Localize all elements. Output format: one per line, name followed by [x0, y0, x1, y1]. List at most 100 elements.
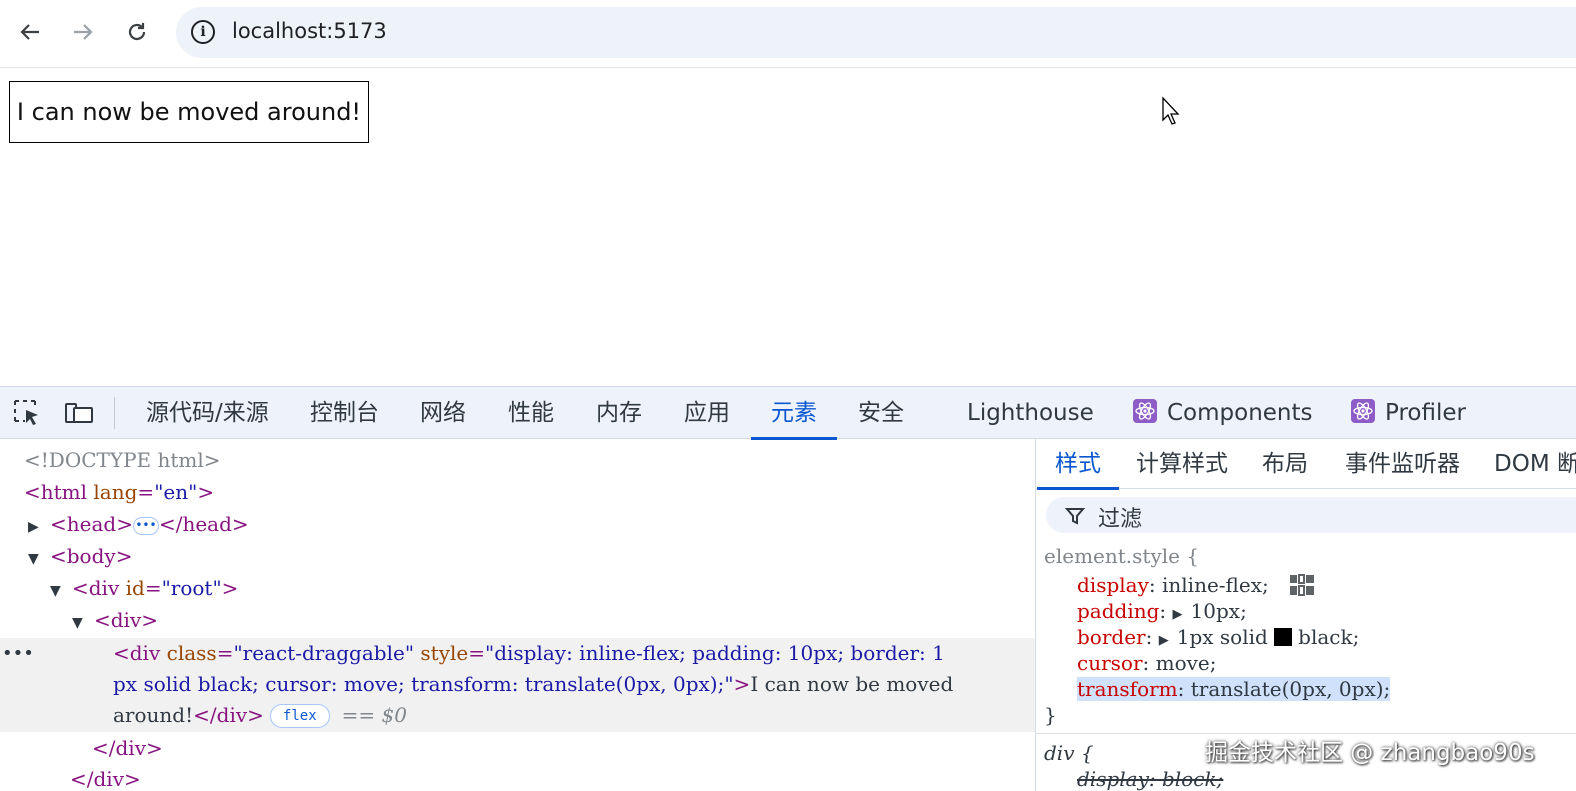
more-options-icon[interactable]: •••	[2, 643, 34, 664]
body-open-tag: <body>	[50, 544, 133, 568]
property-name: display	[1077, 767, 1149, 791]
selected-div-tag: <div	[113, 641, 167, 665]
tab-event-listeners[interactable]: 事件监听器	[1345, 439, 1460, 489]
back-button[interactable]	[12, 14, 48, 50]
brace-text: }	[1044, 703, 1057, 727]
reload-button[interactable]	[119, 14, 155, 50]
css-declaration-padding[interactable]: padding: ▶ 10px;	[1077, 599, 1247, 623]
css-declaration-cursor[interactable]: cursor: move;	[1077, 651, 1217, 675]
expand-triangle-icon[interactable]: ▶	[28, 512, 50, 543]
tab-layout[interactable]: 布局	[1262, 439, 1308, 489]
url-text[interactable]: localhost:5173	[232, 19, 387, 43]
react-icon	[1133, 399, 1157, 423]
property-name: cursor	[1077, 651, 1143, 675]
selected-div-node-line-1[interactable]: <div class="react-draggable" style="disp…	[113, 638, 945, 669]
property-name: padding	[1077, 599, 1160, 623]
site-info-icon[interactable]: i	[191, 20, 215, 44]
doctype-text: <!DOCTYPE html>	[24, 448, 221, 472]
device-toolbar-icon[interactable]	[62, 398, 94, 428]
html-tag: <html	[24, 480, 94, 504]
element-style-selector[interactable]: element.style {	[1044, 544, 1199, 568]
root-div-node[interactable]: ▼ <div id="root">	[50, 573, 238, 604]
doctype-node[interactable]: <!DOCTYPE html>	[24, 445, 221, 476]
property-name: transform	[1077, 677, 1178, 701]
property-name: display	[1077, 573, 1149, 597]
property-value: 10px;	[1190, 599, 1247, 623]
tab-lighthouse[interactable]: Lighthouse	[967, 387, 1094, 439]
draggable-box[interactable]: I can now be moved around!	[9, 81, 369, 143]
inner-div-tag: <div>	[94, 608, 159, 632]
elements-tree: ••• <!DOCTYPE html> <html lang="en"> ▶ <h…	[0, 439, 1035, 791]
expand-triangle-icon[interactable]: ▶	[1159, 633, 1177, 648]
tab-profiler-label: Profiler	[1385, 400, 1466, 426]
inspect-element-icon[interactable]	[12, 398, 44, 428]
root-div-close-tag: </div>	[70, 767, 141, 791]
html-lang-value: "en"	[154, 480, 198, 504]
devtools-tab-bar: 源代码/来源 控制台 网络 性能 内存 应用 元素 安全 Lighthouse …	[0, 387, 1576, 440]
tab-console[interactable]: 控制台	[310, 387, 379, 439]
selected-div-node-line-2[interactable]: px solid black; cursor: move; transform:…	[113, 669, 953, 700]
collapse-triangle-icon[interactable]: ▼	[50, 576, 72, 607]
tag-close-bracket: >	[197, 480, 215, 504]
head-close-tag: </head>	[158, 512, 249, 536]
div-selector[interactable]: div {	[1044, 741, 1094, 765]
css-declaration-overridden[interactable]: display: block;	[1077, 767, 1223, 791]
html-node[interactable]: <html lang="en">	[24, 477, 214, 508]
tab-memory[interactable]: 内存	[596, 387, 642, 439]
equals-sign: =	[144, 576, 162, 600]
tab-sources[interactable]: 源代码/来源	[146, 387, 269, 439]
inner-div-node[interactable]: ▼ <div>	[72, 605, 158, 636]
expand-triangle-icon[interactable]: ▶	[1173, 607, 1191, 622]
address-bar[interactable]: i localhost:5173	[176, 7, 1576, 58]
tab-styles[interactable]: 样式	[1037, 439, 1119, 490]
property-value: move;	[1155, 651, 1217, 675]
tag-close-bracket: >	[733, 672, 751, 696]
arrow-left-icon	[20, 24, 39, 40]
mouse-cursor-icon	[1162, 96, 1180, 125]
tab-network[interactable]: 网络	[420, 387, 466, 439]
selected-div-node-line-3[interactable]: around!</div> flex == $0	[113, 700, 407, 731]
color-swatch-icon[interactable]	[1274, 628, 1293, 646]
filter-icon	[1064, 508, 1086, 525]
head-open-tag: <head>	[50, 512, 133, 536]
selector-text: div {	[1044, 741, 1094, 765]
tab-profiler[interactable]: Profiler	[1351, 387, 1466, 439]
console-ref-marker: == $0	[341, 703, 407, 727]
flexbox-editor-icon[interactable]	[1289, 574, 1315, 596]
class-attr: class	[166, 641, 217, 665]
arrow-right-icon	[74, 24, 93, 40]
tab-application[interactable]: 应用	[684, 387, 730, 439]
tag-close-bracket: >	[221, 576, 239, 600]
toolbar-separator	[114, 397, 115, 429]
selected-div-close-tag: </div>	[193, 703, 264, 727]
property-value: translate(0px, 0px);	[1190, 677, 1391, 701]
property-value-color: black;	[1298, 625, 1360, 649]
collapse-triangle-icon[interactable]: ▼	[28, 544, 50, 575]
forward-button[interactable]	[65, 14, 101, 50]
head-node[interactable]: ▶ <head> ••• </head>	[28, 509, 249, 540]
tab-security[interactable]: 安全	[858, 387, 904, 439]
tab-computed[interactable]: 计算样式	[1136, 439, 1228, 489]
style-attr: style	[420, 641, 469, 665]
collapse-triangle-icon[interactable]: ▼	[72, 608, 94, 639]
tab-performance[interactable]: 性能	[508, 387, 554, 439]
tab-dom-breakpoints[interactable]: DOM 断	[1494, 439, 1576, 489]
body-node[interactable]: ▼ <body>	[28, 541, 132, 572]
style-value-part-2: px solid black; cursor: move; transform:…	[113, 672, 734, 696]
css-declaration-display[interactable]: display: inline-flex;	[1077, 573, 1315, 597]
watermark: 掘金技术社区 @ zhangbao90s	[1205, 740, 1535, 766]
property-name: border	[1077, 625, 1146, 649]
node-text-part-1: I can now be moved	[750, 672, 954, 696]
inner-div-close[interactable]: </div>	[92, 733, 163, 764]
equals-sign: =	[468, 641, 485, 665]
css-declaration-transform[interactable]: transform: translate(0px, 0px);	[1077, 677, 1391, 701]
tab-components[interactable]: Components	[1133, 387, 1313, 439]
css-declaration-border[interactable]: border: ▶ 1px solid black;	[1077, 625, 1359, 649]
styles-filter-input[interactable]: 过滤	[1046, 497, 1576, 533]
property-value: block;	[1162, 767, 1224, 791]
flex-badge[interactable]: flex	[269, 704, 330, 728]
tab-elements[interactable]: 元素	[751, 387, 837, 440]
root-div-close[interactable]: </div>	[70, 764, 141, 791]
collapsed-ellipsis-badge[interactable]: •••	[132, 517, 159, 535]
html-lang-attr: lang	[93, 480, 138, 504]
